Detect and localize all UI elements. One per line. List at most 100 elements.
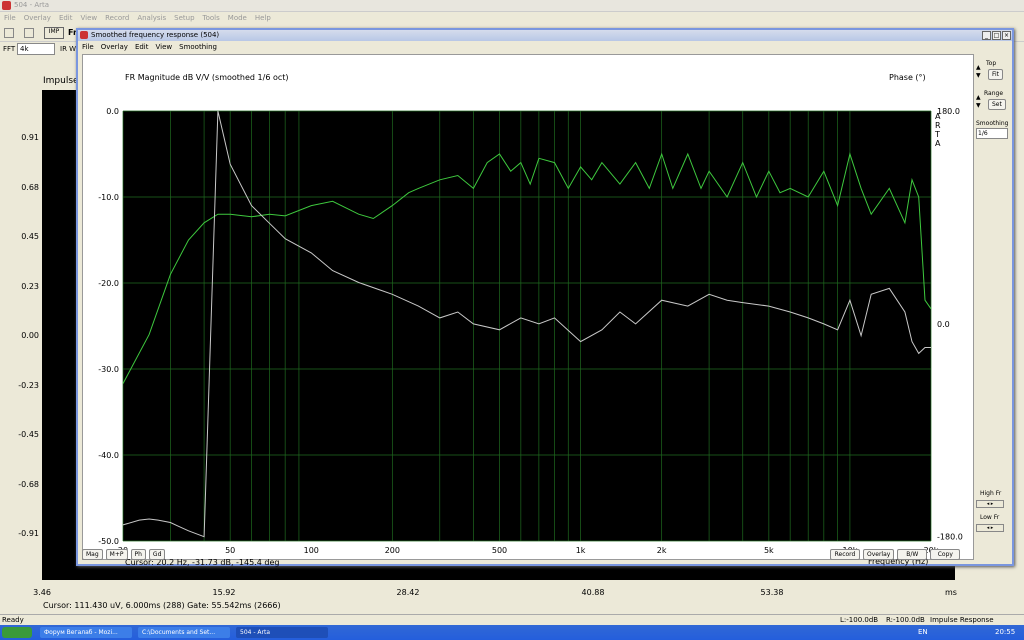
phase-tick-label: 0.0 [937,320,950,329]
arta-mark: T [934,130,940,139]
new-icon[interactable] [4,28,14,38]
fr-plot-area: 0.0-10.0-20.0-30.0-40.0-50.0205010020050… [82,54,974,567]
copy-button[interactable]: Copy [930,549,961,560]
low-fr-spinner[interactable]: ◂ ▸ [976,524,1004,532]
bg-menu-bar: File Overlay Edit View Record Analysis Setup To… [0,12,1024,24]
view-button-mag[interactable]: Mag [82,549,103,560]
overlay-button[interactable]: Overlay [863,549,895,560]
bg-menu-item[interactable]: Overlay [24,14,51,22]
imp-icon[interactable]: IMP [44,27,64,39]
smoothing-label: Smoothing [976,120,1009,127]
bg-x-unit: ms [945,588,957,597]
taskbar: Форум Вегалаб - Mozi... C:\Documents and … [0,625,1024,640]
bg-y-tick: -0.91 [18,529,39,538]
view-button-ph[interactable]: Ph [130,549,146,560]
phase-title: Phase (°) [889,73,926,82]
fr-menu-bar: File Overlay Edit View Smoothing [78,41,1012,53]
bg-window-controls[interactable] [1014,0,1024,12]
bg-window-title: 504 - Arta [14,1,50,9]
bg-menu-item[interactable]: Edit [59,14,73,22]
fft-label: FFT [3,45,16,53]
low-fr-label: Low Fr [980,514,1000,521]
y-tick-label: 0.0 [106,107,119,116]
bg-x-tick: 53.38 [760,588,784,597]
range-down-arrow[interactable]: ▼ [976,102,981,109]
bg-menu-item[interactable]: File [4,14,16,22]
open-icon[interactable] [24,28,34,38]
bg-menu-item[interactable]: Analysis [137,14,166,22]
y-tick-label: -30.0 [98,365,119,374]
ir-label: IR W [60,45,77,53]
bg-cursor-readout: Cursor: 111.430 uV, 6.000ms (288) Gate: … [43,601,281,610]
y-tick-label: -40.0 [98,451,119,460]
phase-tick-label: -180.0 [937,533,963,542]
x-tick-label: 500 [492,546,507,555]
fr-chart: 0.0-10.0-20.0-30.0-40.0-50.0205010020050… [98,107,963,555]
bg-menu-item[interactable]: Setup [174,14,194,22]
lang-indicator[interactable]: EN [918,628,928,636]
high-fr-spinner[interactable]: ◂ ▸ [976,500,1004,508]
x-tick-label: 200 [385,546,400,555]
view-button-gd[interactable]: Gd [148,549,166,560]
minimize-button[interactable]: _ [982,31,991,40]
fr-plot-title: FR Magnitude dB V/V (smoothed 1/6 oct) [125,73,289,82]
bw-button[interactable]: B/W [897,549,928,560]
status-r-level: R:-100.0dB [886,616,925,624]
bg-x-tick: 3.46 [33,588,51,597]
clock: 20:55 [995,628,1016,636]
bg-x-tick: 40.88 [581,588,605,597]
fft-select[interactable]: 4k [17,43,55,55]
start-button[interactable] [2,627,32,638]
bg-y-tick: 0.91 [21,133,39,142]
status-ready: Ready [2,616,24,624]
fr-menu-item[interactable]: Edit [135,43,149,51]
fr-menu-item[interactable]: View [156,43,173,51]
high-fr-label: High Fr [980,490,1002,497]
x-tick-label: 100 [304,546,319,555]
view-button-mpp[interactable]: M+P [105,549,128,560]
taskbar-item[interactable]: Форум Вегалаб - Mozi... [40,627,132,638]
y-tick-label: -10.0 [98,193,119,202]
range-up-arrow[interactable]: ▲ [976,94,981,101]
app-icon [2,1,11,10]
record-button[interactable]: Record [830,549,860,560]
status-l-level: L:-100.0dB [840,616,879,624]
bg-y-tick: -0.23 [18,380,39,390]
top-label: Top [986,60,997,67]
fit-button[interactable]: Fit [988,69,1004,80]
taskbar-item[interactable]: C:\Documents and Set... [138,627,230,638]
bg-menu-item[interactable]: View [81,14,98,22]
set-button[interactable]: Set [988,99,1006,110]
y-tick-label: -50.0 [98,537,119,546]
y-tick-label: -20.0 [98,279,119,288]
taskbar-item[interactable]: 504 - Arta [236,627,328,638]
bg-y-tick: 0.00 [21,331,39,340]
bg-menu-item[interactable]: Mode [228,14,247,22]
x-tick-label: 1k [576,546,586,555]
bg-menu-item[interactable]: Tools [203,14,220,22]
bg-y-tick: 0.45 [21,232,39,241]
bg-y-tick: -0.45 [18,430,39,439]
fr-window: Smoothed frequency response (504) _ □ × … [76,28,1014,567]
smoothing-select[interactable]: 1/6 [976,128,1008,139]
arta-mark: R [935,121,941,130]
fr-title-bar[interactable]: Smoothed frequency response (504) _ □ × [78,30,1012,41]
fr-menu-item[interactable]: Smoothing [179,43,217,51]
fr-app-icon [80,31,88,39]
fr-menu-item[interactable]: File [82,43,94,51]
status-bar: Ready L:-100.0dB R:-100.0dB Impulse Resp… [0,614,1024,625]
top-down-arrow[interactable]: ▼ [976,72,981,79]
bg-x-tick: 28.42 [396,588,420,597]
arta-mark: A [935,112,941,121]
x-tick-label: 2k [657,546,667,555]
status-mode: Impulse Response [930,616,994,624]
top-up-arrow[interactable]: ▲ [976,64,981,71]
close-button[interactable]: × [1002,31,1011,40]
maximize-button[interactable]: □ [992,31,1001,40]
range-label: Range [984,90,1004,97]
plot-background [123,111,931,541]
bg-menu-item[interactable]: Help [255,14,271,22]
bg-menu-item[interactable]: Record [105,14,129,22]
fr-window-title: Smoothed frequency response (504) [91,31,220,39]
fr-menu-item[interactable]: Overlay [101,43,128,51]
